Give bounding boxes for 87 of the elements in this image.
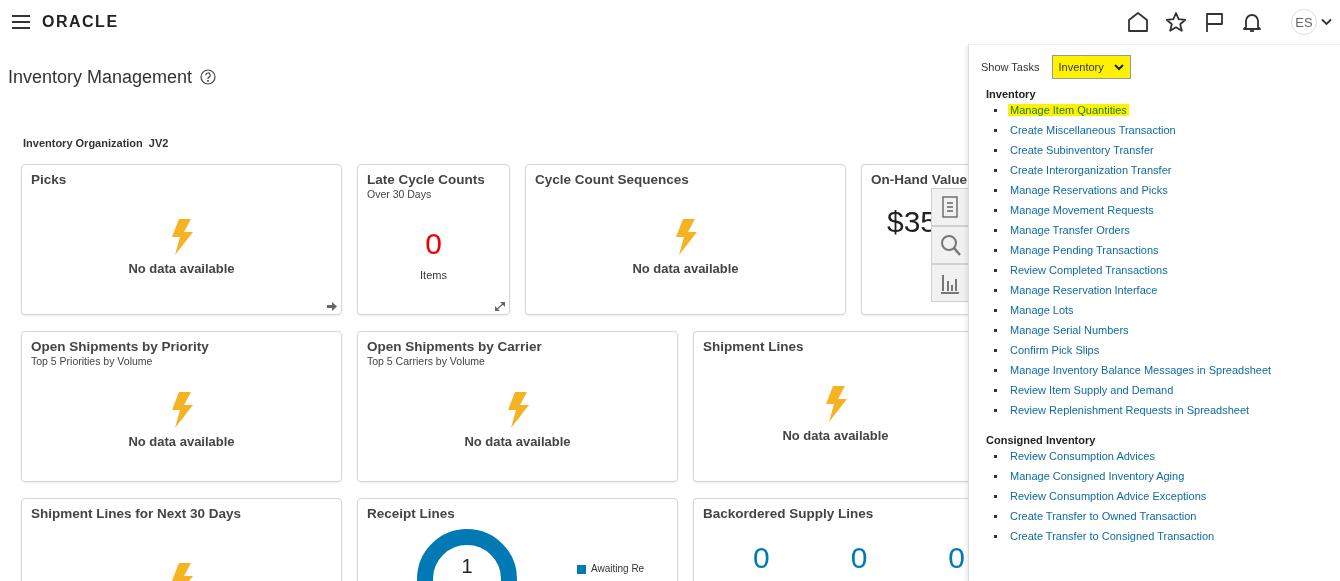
card-title: Shipment Lines for Next 30 Days	[31, 506, 243, 521]
task-link[interactable]: Manage Serial Numbers	[1008, 324, 1131, 336]
flag-icon[interactable]	[1203, 11, 1225, 33]
bullet-icon	[994, 108, 997, 112]
brand-logo[interactable]: ORACLE	[42, 13, 119, 31]
card-title: Picks	[31, 172, 68, 187]
task-link[interactable]: Manage Pending Transactions	[1008, 244, 1161, 256]
bullet-icon	[994, 208, 997, 212]
task-link[interactable]: Manage Consigned Inventory Aging	[1008, 470, 1187, 482]
chevron-down-icon	[1113, 63, 1124, 71]
task-link[interactable]: Manage Lots	[1008, 304, 1076, 316]
group-heading: Inventory	[985, 88, 1037, 100]
card-title: Open Shipments by Carrier	[367, 339, 543, 354]
task-link[interactable]: Review Item Supply and Demand	[1008, 384, 1176, 396]
empty-message: No data available	[128, 260, 235, 276]
bullet-icon	[994, 368, 997, 372]
menu-icon[interactable]	[12, 15, 30, 29]
help-icon[interactable]	[200, 69, 217, 85]
bullet-icon	[994, 128, 997, 132]
bullet-icon	[994, 268, 997, 272]
bullet-icon	[994, 514, 997, 518]
card-title: Shipment Lines	[703, 339, 805, 354]
bullet-icon	[994, 454, 997, 458]
card-subtitle: Top 5 Priorities by Volume	[31, 355, 154, 367]
card-subtitle: Top 5 Carriers by Volume	[367, 355, 486, 367]
empty-message: No data available	[464, 434, 571, 449]
task-link[interactable]: Review Replenishment Requests in Spreadsheet	[1008, 404, 1252, 416]
metric-value[interactable]: 0	[850, 541, 868, 575]
bullet-icon	[994, 474, 997, 478]
metric-unit: Items	[420, 268, 447, 281]
star-icon[interactable]	[1165, 11, 1187, 33]
task-link[interactable]: Review Consumption Advices	[1008, 450, 1157, 462]
task-filter-dropdown[interactable]: Inventory	[1051, 55, 1131, 79]
card-title: On-Hand Value	[871, 172, 968, 187]
metric-value[interactable]: 0	[948, 541, 965, 575]
task-link[interactable]: Manage Reservations and Picks	[1008, 184, 1170, 196]
chart-center-value: 1	[460, 556, 474, 576]
chevron-down-icon[interactable]	[1321, 18, 1332, 26]
task-link[interactable]: Confirm Pick Slips	[1008, 344, 1102, 356]
bullet-icon	[994, 388, 997, 392]
bullet-icon	[994, 494, 997, 498]
bullet-icon	[994, 168, 997, 172]
metric-value[interactable]: 0	[753, 541, 770, 575]
task-link[interactable]: Manage Movement Requests	[1008, 204, 1156, 216]
task-link[interactable]: Create Transfer to Consigned Transaction	[1008, 530, 1217, 542]
home-icon[interactable]	[1127, 11, 1149, 33]
bullet-icon	[994, 328, 997, 332]
task-link[interactable]: Create Transfer to Owned Transaction	[1008, 510, 1199, 522]
bullet-icon	[994, 228, 997, 232]
field-value: JV2	[148, 137, 169, 149]
card-title: Backordered Supply Lines	[703, 506, 875, 521]
card-subtitle: Over 30 Days	[367, 188, 433, 200]
task-link[interactable]: Manage Inventory Balance Messages in Spreadsheet	[1008, 364, 1274, 376]
card-title: Open Shipments by Priority	[31, 339, 210, 354]
legend-label: Awaiting Re	[591, 563, 645, 575]
document-icon[interactable]	[939, 195, 961, 219]
arrow-right-icon[interactable]	[327, 302, 337, 311]
field-label: Show Tasks	[981, 61, 1040, 73]
card-title: Late Cycle Counts	[367, 172, 486, 187]
task-link[interactable]: Create Subinventory Transfer	[1008, 144, 1156, 156]
empty-message: No data available	[782, 427, 889, 443]
page-title: Inventory Management	[8, 66, 193, 88]
expand-icon[interactable]	[495, 302, 505, 311]
group-heading: Consigned Inventory	[985, 434, 1097, 446]
empty-message: No data available	[128, 434, 235, 449]
empty-message: No data available	[632, 260, 739, 276]
bullet-icon	[994, 148, 997, 152]
task-link[interactable]: Review Consumption Advice Exceptions	[1008, 490, 1209, 502]
task-link[interactable]: Manage Reservation Interface	[1008, 284, 1160, 296]
bullet-icon	[994, 308, 997, 312]
bullet-icon	[994, 248, 997, 252]
field-label: Inventory Organization	[23, 137, 143, 149]
card-title: Cycle Count Sequences	[535, 172, 690, 187]
task-link[interactable]: Create Interorganization Transfer	[1008, 164, 1174, 176]
bullet-icon	[994, 188, 997, 192]
bullet-icon	[994, 408, 997, 412]
bell-icon[interactable]	[1241, 11, 1263, 33]
bullet-icon	[994, 534, 997, 538]
search-icon[interactable]	[939, 233, 961, 257]
task-link[interactable]: Manage Item Quantities	[1008, 104, 1129, 116]
bullet-icon	[994, 348, 997, 352]
metric-value[interactable]: 0	[425, 226, 442, 261]
card-title: Receipt Lines	[367, 506, 456, 521]
bullet-icon	[994, 288, 997, 292]
task-link[interactable]: Review Completed Transactions	[1008, 264, 1170, 276]
task-link[interactable]: Manage Transfer Orders	[1008, 224, 1132, 236]
task-link[interactable]: Create Miscellaneous Transaction	[1008, 124, 1178, 136]
